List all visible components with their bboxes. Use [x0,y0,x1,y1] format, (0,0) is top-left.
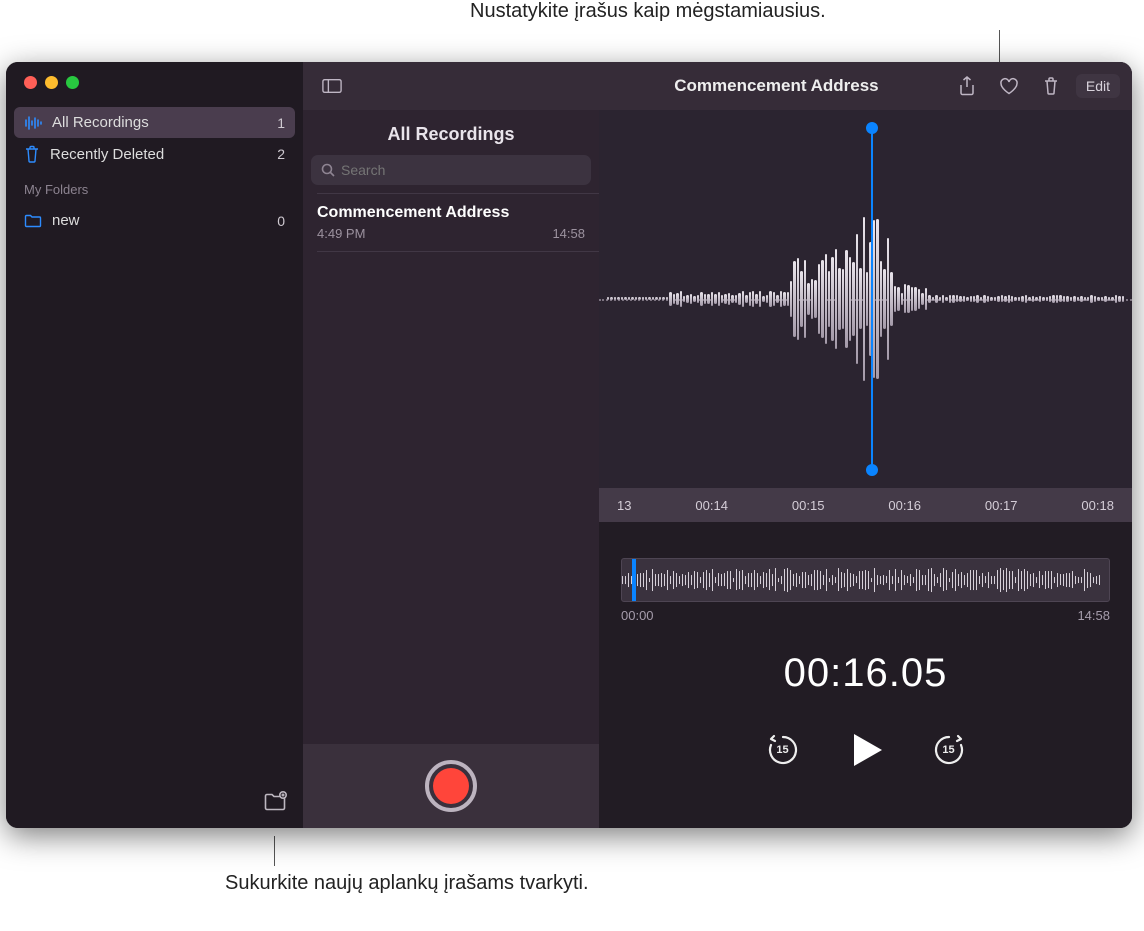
record-button[interactable] [425,760,477,812]
titlebar: Commencement Address Edit [599,62,1132,110]
recording-time: 4:49 PM [317,226,365,241]
app-window: All Recordings 1 Recently Deleted 2 My F… [6,62,1132,828]
sidebar-item-count: 1 [277,115,285,131]
search-icon [321,163,335,177]
share-button[interactable] [950,71,984,101]
timecode-display: 00:16.05 [599,651,1132,696]
close-window-button[interactable] [24,76,37,89]
list-topbar [303,62,599,110]
playhead[interactable] [871,128,873,470]
skip-seconds-label: 15 [776,744,788,756]
waveform-editor[interactable] [599,110,1132,488]
recording-title: Commencement Address [317,204,585,222]
callout-newfolder-line [274,836,275,866]
play-button[interactable] [846,730,886,770]
sidebar-item-label: Recently Deleted [50,146,164,163]
ruler-tick: 00:14 [695,498,728,513]
ruler-tick: 00:18 [1081,498,1114,513]
sidebar-item-all-recordings[interactable]: All Recordings 1 [14,107,295,138]
search-input[interactable] [341,162,581,178]
recording-duration: 14:58 [552,226,585,241]
overview-start-label: 00:00 [621,608,654,623]
recording-list-item[interactable]: Commencement Address 4:49 PM 14:58 [303,194,599,251]
divider [317,251,599,252]
waveform-display [599,217,1132,381]
sidebar-item-recently-deleted[interactable]: Recently Deleted 2 [14,138,295,170]
skip-forward-button[interactable]: 15 [932,733,966,767]
folder-icon [24,214,42,228]
skip-back-button[interactable]: 15 [766,733,800,767]
callout-newfolder: Sukurkite naujų aplankų įrašams tvarkyti… [225,870,589,896]
sidebar-folder-count: 0 [277,213,285,229]
new-folder-button[interactable] [263,790,287,814]
skip-seconds-label: 15 [942,744,954,756]
time-ruler[interactable]: 13 00:14 00:15 00:16 00:17 00:18 [599,488,1132,522]
edit-button[interactable]: Edit [1076,74,1120,98]
recording-list-panel: All Recordings Commencement Address 4:49… [303,62,599,828]
main-panel: Commencement Address Edit 13 00:14 00:15 [599,62,1132,828]
ruler-tick: 00:15 [792,498,825,513]
sidebar-folder-new[interactable]: new 0 [14,205,295,236]
overview-scrubber[interactable]: 00:00 14:58 [621,558,1110,623]
callout-favorite: Nustatykite įrašus kaip mėgstamiausius. [470,0,826,23]
favorite-button[interactable] [992,71,1026,101]
sidebar-item-count: 2 [277,146,285,162]
overview-end-label: 14:58 [1077,608,1110,623]
search-field[interactable] [311,155,591,185]
sidebar: All Recordings 1 Recently Deleted 2 My F… [6,62,303,828]
overview-waveform [622,568,1109,592]
toggle-sidebar-button[interactable] [315,71,349,101]
record-dot-icon [433,768,469,804]
record-bar [303,744,599,828]
document-title: Commencement Address [611,76,942,96]
sidebar-folder-label: new [52,212,80,229]
trash-icon [24,145,40,163]
minimize-window-button[interactable] [45,76,58,89]
zoom-window-button[interactable] [66,76,79,89]
ruler-tick: 13 [617,498,631,513]
overview-playhead[interactable] [632,558,636,602]
playback-controls: 15 15 [599,730,1132,770]
sidebar-section-header: My Folders [6,170,303,201]
ruler-tick: 00:17 [985,498,1018,513]
sidebar-item-label: All Recordings [52,114,149,131]
ruler-tick: 00:16 [888,498,921,513]
delete-button[interactable] [1034,71,1068,101]
waveform-icon [24,115,42,131]
window-controls [6,62,303,103]
list-title: All Recordings [303,110,599,155]
